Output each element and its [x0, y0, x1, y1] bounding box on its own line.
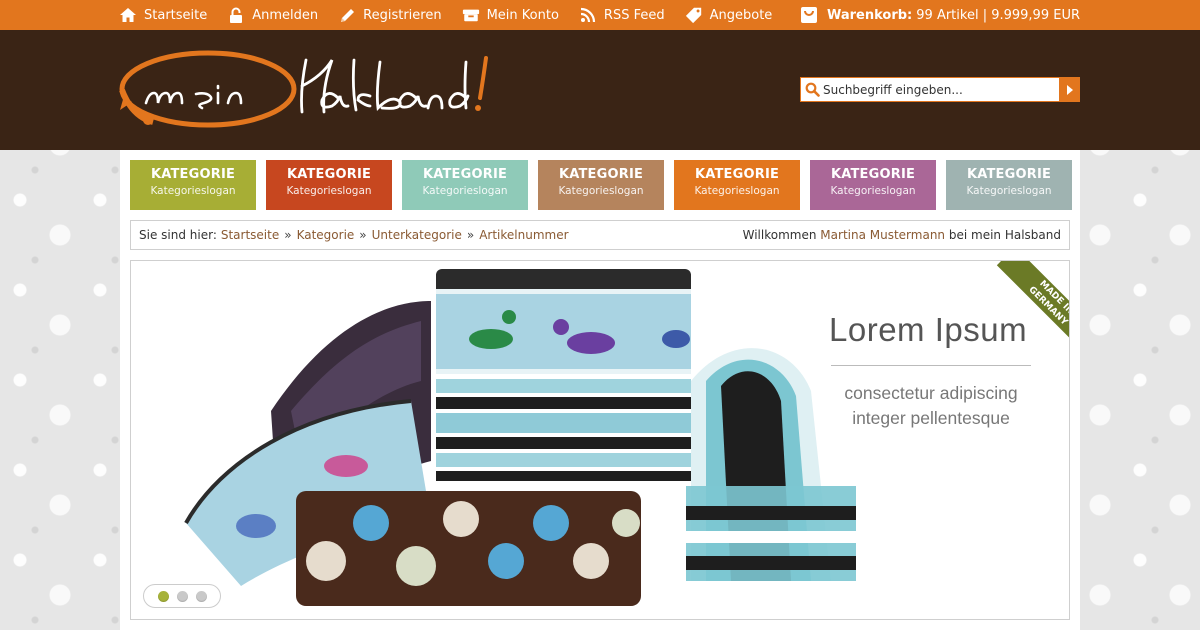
topnav-login-link[interactable]: Anmelden	[227, 6, 318, 24]
play-arrow-icon	[1066, 80, 1074, 99]
topnav-rss-label: RSS Feed	[603, 7, 665, 23]
rss-icon	[579, 6, 597, 24]
slider-dot-1[interactable]	[157, 590, 169, 602]
slide-subtitle-line-1: consectetur adipiscing	[844, 383, 1018, 403]
category-slogan: Kategorieslogan	[966, 185, 1052, 197]
breadcrumb-separator: »	[359, 228, 367, 242]
home-icon	[119, 6, 137, 24]
topnav-register-label: Registrieren	[363, 7, 442, 23]
category-nav: KATEGORIE Kategorieslogan KATEGORIE Kate…	[130, 160, 1072, 210]
category-title: KATEGORIE	[422, 167, 508, 182]
topnav-offers-label: Angebote	[709, 7, 773, 23]
topnav-account-link[interactable]: Mein Konto	[462, 6, 559, 24]
welcome-suffix: bei mein Halsband	[948, 228, 1061, 242]
category-slogan: Kategorieslogan	[694, 185, 780, 197]
category-title: KATEGORIE	[830, 167, 916, 182]
breadcrumb-prefix: Sie sind hier:	[139, 228, 217, 242]
category-slogan: Kategorieslogan	[558, 185, 644, 197]
tag-icon	[685, 6, 703, 24]
breadcrumb-link-category[interactable]: Kategorie	[297, 228, 355, 242]
search-box	[800, 77, 1080, 102]
cart-bag-icon	[799, 5, 819, 25]
category-tile-7[interactable]: KATEGORIE Kategorieslogan	[946, 160, 1072, 210]
top-bar: Startseite Anmelden Registrieren Mein Ko…	[0, 0, 1200, 30]
search-submit-button[interactable]	[1059, 77, 1080, 102]
cart-summary[interactable]: Warenkorb: 99 Artikel | 9.999,99 EUR	[799, 0, 1080, 30]
category-tile-3[interactable]: KATEGORIE Kategorieslogan	[402, 160, 528, 210]
slide-subtitle-line-2: integer pellentesque	[852, 408, 1010, 428]
topnav-login-label: Anmelden	[252, 7, 319, 23]
category-slogan: Kategorieslogan	[830, 185, 916, 197]
slider-dot-3[interactable]	[195, 590, 207, 602]
hero-slider: Lorem Ipsum consectetur adipiscing integ…	[130, 260, 1070, 620]
breadcrumb-separator: »	[284, 228, 292, 242]
category-title: KATEGORIE	[558, 167, 644, 182]
magnifier-icon	[801, 78, 823, 101]
cart-label: Warenkorb:	[826, 7, 913, 23]
search-input[interactable]	[823, 78, 1055, 101]
topnav-rss-link[interactable]: RSS Feed	[579, 6, 665, 24]
category-tile-1[interactable]: KATEGORIE Kategorieslogan	[130, 160, 256, 210]
made-in-germany-ribbon: MADE IN GERMANY	[977, 261, 1069, 353]
category-title: KATEGORIE	[966, 167, 1052, 182]
breadcrumb: Sie sind hier: Startseite » Kategorie » …	[130, 220, 1070, 250]
breadcrumb-link-subcategory[interactable]: Unterkategorie	[372, 228, 462, 242]
breadcrumb-separator: »	[466, 228, 475, 242]
category-title: KATEGORIE	[694, 167, 780, 182]
ribbon-band: MADE IN GERMANY	[996, 261, 1069, 353]
collar-product-image	[184, 269, 856, 606]
category-tile-2[interactable]: KATEGORIE Kategorieslogan	[266, 160, 392, 210]
category-title: KATEGORIE	[286, 167, 372, 182]
topnav-register-link[interactable]: Registrieren	[338, 6, 442, 24]
slider-pagination	[143, 584, 221, 608]
topnav-offers-link[interactable]: Angebote	[685, 6, 773, 24]
welcome-message: Willkommen Martina Mustermann bei mein H…	[743, 228, 1061, 242]
main-content: KATEGORIE Kategorieslogan KATEGORIE Kate…	[120, 150, 1080, 630]
category-slogan: Kategorieslogan	[150, 185, 236, 197]
top-nav: Startseite Anmelden Registrieren Mein Ko…	[119, 0, 792, 30]
lock-icon	[227, 6, 245, 24]
category-slogan: Kategorieslogan	[286, 185, 372, 197]
user-name-link[interactable]: Martina Mustermann	[820, 228, 945, 242]
category-tile-6[interactable]: KATEGORIE Kategorieslogan	[810, 160, 936, 210]
site-header	[0, 30, 1200, 150]
breadcrumb-link-home[interactable]: Startseite	[221, 228, 279, 242]
slider-dot-2[interactable]	[176, 590, 188, 602]
box-icon	[462, 6, 480, 24]
cart-value: 99 Artikel | 9.999,99 EUR	[916, 7, 1080, 23]
slide-subtitle: consectetur adipiscing integer pellentes…	[821, 381, 1041, 431]
category-slogan: Kategorieslogan	[422, 185, 508, 197]
category-title: KATEGORIE	[150, 167, 236, 182]
category-tile-4[interactable]: KATEGORIE Kategorieslogan	[538, 160, 664, 210]
topnav-account-label: Mein Konto	[486, 7, 559, 23]
pencil-icon	[338, 6, 356, 24]
site-logo[interactable]	[118, 48, 558, 134]
breadcrumb-link-article[interactable]: Artikelnummer	[479, 228, 568, 242]
topnav-home-link[interactable]: Startseite	[119, 6, 207, 24]
slide-divider	[831, 365, 1031, 366]
category-tile-5[interactable]: KATEGORIE Kategorieslogan	[674, 160, 800, 210]
topnav-home-label: Startseite	[144, 7, 208, 23]
welcome-prefix: Willkommen	[742, 228, 817, 242]
